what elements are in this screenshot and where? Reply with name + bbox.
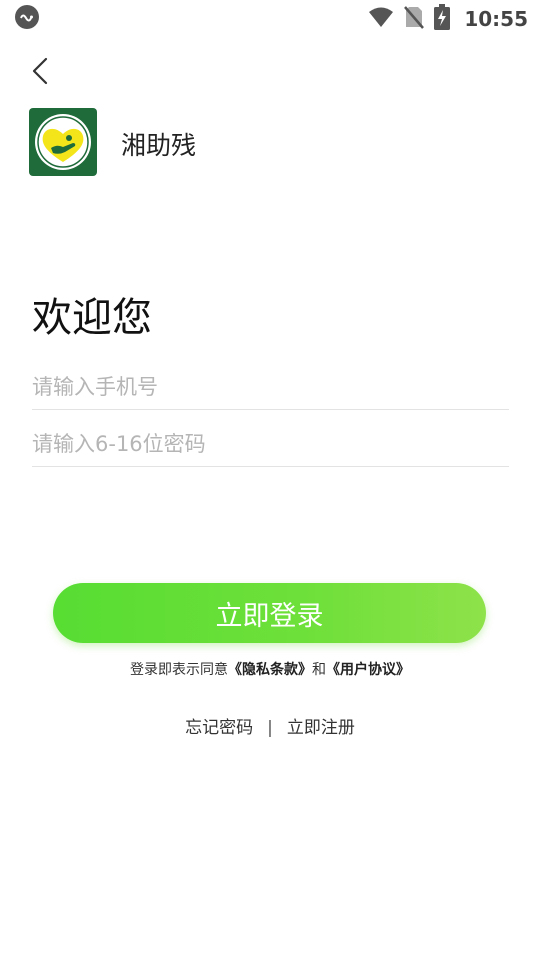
agreement-and: 和 (312, 662, 326, 678)
battery-charging-icon (434, 4, 451, 34)
password-field (32, 421, 509, 467)
link-separator: | (267, 718, 273, 738)
app-name: 湘助残 (121, 131, 197, 160)
register-link[interactable]: 立即注册 (287, 715, 355, 741)
phone-input[interactable] (32, 364, 509, 409)
phone-field (32, 364, 509, 410)
wifi-icon (368, 6, 394, 32)
app-indicator-icon (14, 4, 40, 34)
app-logo (29, 108, 97, 176)
bottom-links: 忘记密码 | 立即注册 (0, 715, 540, 741)
login-screen: 10:55 湘助残 欢迎您 立即登录 登录即表示同意《隐私条款》和《用户协议》 (0, 0, 540, 960)
no-sim-icon (404, 5, 425, 33)
chevron-left-icon (32, 57, 48, 85)
password-input[interactable] (32, 421, 509, 466)
terms-link[interactable]: 《用户协议》 (326, 662, 410, 678)
agreement-text: 登录即表示同意《隐私条款》和《用户协议》 (0, 659, 540, 681)
back-button[interactable] (24, 54, 56, 88)
status-bar: 10:55 (0, 0, 540, 38)
status-time: 10:55 (464, 7, 528, 31)
forgot-password-link[interactable]: 忘记密码 (185, 715, 253, 741)
agreement-prefix: 登录即表示同意 (130, 662, 228, 678)
privacy-link[interactable]: 《隐私条款》 (228, 662, 312, 678)
login-button[interactable]: 立即登录 (53, 583, 486, 643)
welcome-title: 欢迎您 (32, 295, 152, 341)
